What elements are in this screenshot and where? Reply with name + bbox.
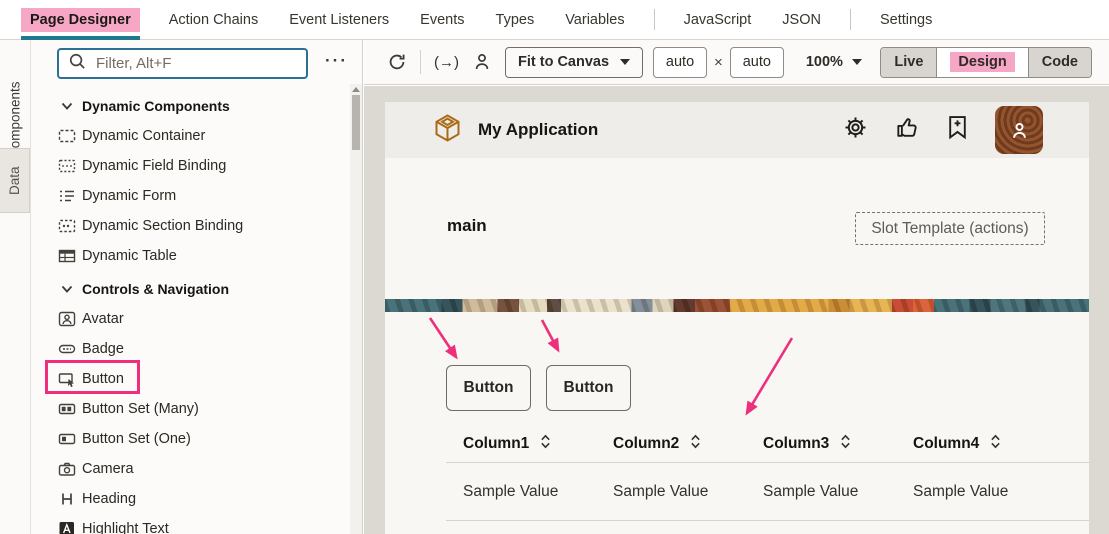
- thumbs-up-icon[interactable]: [895, 115, 920, 145]
- preview-app-header: My Application: [385, 102, 1089, 158]
- avatar-icon: [58, 311, 76, 327]
- table-cell: Sample Value: [596, 463, 746, 520]
- palette-item-heading[interactable]: Heading: [31, 484, 351, 514]
- palette-item-camera[interactable]: Camera: [31, 454, 351, 484]
- chevron-down-icon: [58, 99, 76, 113]
- tab-divider: [850, 9, 851, 30]
- column-header-4[interactable]: Column4: [896, 425, 1046, 462]
- preview-button-2[interactable]: Button: [546, 365, 631, 411]
- button-set-one-icon: [58, 431, 76, 447]
- heading-icon: [58, 491, 76, 507]
- sort-icon[interactable]: [840, 433, 851, 455]
- preview-page: My Application main Sl: [385, 102, 1089, 534]
- dynamic-container-icon: [58, 128, 76, 144]
- canvas-width-input[interactable]: [653, 47, 707, 78]
- tab-types[interactable]: Types: [494, 0, 537, 40]
- preview-app-title: My Application: [478, 120, 598, 140]
- palette-item-highlight-text[interactable]: Highlight Text: [31, 514, 351, 534]
- palette-item-button-set-one[interactable]: Button Set (One): [31, 424, 351, 454]
- tab-events[interactable]: Events: [418, 0, 466, 40]
- avatar[interactable]: [995, 106, 1043, 154]
- palette-item-avatar[interactable]: Avatar: [31, 304, 351, 334]
- column-header-1[interactable]: Column1: [446, 425, 596, 462]
- dynamic-field-binding-icon: [58, 158, 76, 174]
- mode-design-button[interactable]: Design: [936, 48, 1027, 77]
- forward-paren-icon[interactable]: (→): [434, 54, 459, 71]
- dynamic-form-icon: [58, 188, 76, 204]
- tab-page-designer[interactable]: Page Designer: [21, 0, 140, 40]
- filter-field-wrap: [57, 48, 308, 79]
- chevron-down-icon: [58, 282, 76, 296]
- components-palette: ··· Dynamic Components Dynamic Container…: [30, 40, 363, 534]
- chevron-down-icon: [852, 59, 862, 65]
- page-designer-window: Page Designer Action Chains Event Listen…: [0, 0, 1109, 534]
- chevron-down-icon: [620, 59, 630, 65]
- tab-event-listeners[interactable]: Event Listeners: [287, 0, 391, 40]
- mode-switcher: Live Design Code: [880, 47, 1092, 78]
- badge-icon: [58, 341, 76, 357]
- overflow-menu-icon[interactable]: ···: [325, 51, 348, 71]
- palette-item-badge[interactable]: Badge: [31, 334, 351, 364]
- mode-live-button[interactable]: Live: [881, 48, 936, 77]
- table-header-row: Column1 Column2 Column3 Column4: [446, 425, 1089, 463]
- column-header-3[interactable]: Column3: [746, 425, 896, 462]
- tab-variables[interactable]: Variables: [563, 0, 626, 40]
- toolbar-divider: [420, 50, 421, 74]
- camera-icon: [58, 461, 76, 477]
- button-set-many-icon: [58, 401, 76, 417]
- table-cell: Sample Value: [746, 463, 896, 520]
- button-icon: [58, 371, 76, 387]
- palette-scrollbar[interactable]: [350, 84, 362, 534]
- highlight-text-icon: [58, 521, 76, 534]
- palette-item-button[interactable]: Button: [31, 364, 351, 394]
- tab-javascript[interactable]: JavaScript: [682, 0, 754, 40]
- tab-divider: [654, 9, 655, 30]
- column-header-2[interactable]: Column2: [596, 425, 746, 462]
- palette-item-button-set-many[interactable]: Button Set (Many): [31, 394, 351, 424]
- sort-icon[interactable]: [990, 433, 1001, 455]
- preview-table: Column1 Column2 Column3 Column4: [446, 425, 1089, 521]
- dynamic-table-icon: [58, 248, 76, 264]
- canvas-toolbar: (→) Fit to Canvas × 100% Live Design Cod…: [364, 40, 1109, 85]
- top-tab-bar: Page Designer Action Chains Event Listen…: [0, 0, 1109, 40]
- side-tab-strip: Components Data: [0, 40, 30, 534]
- design-canvas: My Application main Sl: [364, 86, 1109, 534]
- refresh-icon[interactable]: [387, 52, 407, 72]
- sort-icon[interactable]: [540, 433, 551, 455]
- table-cell: Sample Value: [896, 463, 1046, 520]
- palette-item-dynamic-container[interactable]: Dynamic Container: [31, 121, 351, 151]
- fit-to-canvas-dropdown[interactable]: Fit to Canvas: [505, 47, 643, 78]
- filter-input[interactable]: [96, 55, 297, 72]
- palette-section-dynamic-components[interactable]: Dynamic Components: [31, 91, 351, 121]
- cube-logo-icon: [434, 114, 461, 147]
- palette-list: Dynamic Components Dynamic Container Dyn…: [31, 91, 351, 534]
- tab-json[interactable]: JSON: [780, 0, 823, 40]
- canvas-height-input[interactable]: [730, 47, 784, 78]
- gear-icon[interactable]: [843, 115, 868, 145]
- table-row[interactable]: Sample Value Sample Value Sample Value S…: [446, 463, 1089, 521]
- multiply-sign: ×: [714, 54, 723, 71]
- page-title: main: [447, 216, 487, 236]
- dynamic-section-binding-icon: [58, 218, 76, 234]
- decorative-banner-image: [385, 299, 1089, 312]
- side-tab-data[interactable]: Data: [0, 148, 30, 213]
- palette-item-dynamic-field-binding[interactable]: Dynamic Field Binding: [31, 151, 351, 181]
- palette-section-controls-navigation[interactable]: Controls & Navigation: [31, 274, 351, 304]
- bookmark-plus-icon[interactable]: [947, 115, 968, 145]
- zoom-dropdown[interactable]: 100%: [806, 54, 862, 70]
- user-icon[interactable]: [472, 52, 492, 72]
- search-icon: [68, 52, 87, 76]
- scrollbar-thumb[interactable]: [352, 95, 360, 150]
- slot-template-actions[interactable]: Slot Template (actions): [855, 212, 1045, 245]
- palette-item-dynamic-section-binding[interactable]: Dynamic Section Binding: [31, 211, 351, 241]
- palette-item-dynamic-table[interactable]: Dynamic Table: [31, 241, 351, 271]
- tab-action-chains[interactable]: Action Chains: [167, 0, 260, 40]
- preview-button-1[interactable]: Button: [446, 365, 531, 411]
- tab-settings[interactable]: Settings: [878, 0, 934, 40]
- mode-code-button[interactable]: Code: [1028, 48, 1091, 77]
- sort-icon[interactable]: [690, 433, 701, 455]
- palette-item-dynamic-form[interactable]: Dynamic Form: [31, 181, 351, 211]
- table-cell: Sample Value: [446, 463, 596, 520]
- scrollbar-up-arrow-icon[interactable]: [352, 87, 360, 92]
